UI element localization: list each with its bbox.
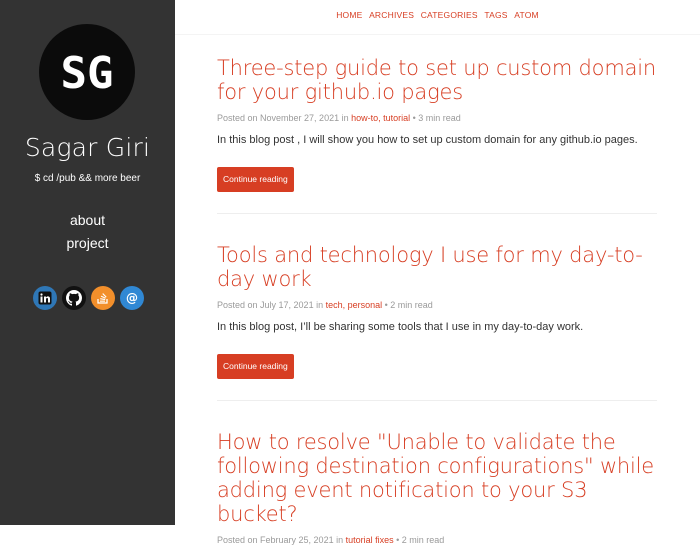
nav-tags[interactable]: TAGS [484, 10, 507, 20]
post-categories[interactable]: tech, personal [326, 300, 383, 310]
mastodon-icon[interactable]: @ [120, 286, 144, 310]
post-card: Tools and technology I use for my day-to… [217, 243, 657, 379]
post-title[interactable]: How to resolve "Unable to validate the f… [217, 430, 657, 526]
in-label: in [339, 113, 352, 123]
stackoverflow-icon[interactable] [91, 286, 115, 310]
sidebar-nav: about project [0, 209, 175, 255]
in-label: in [333, 535, 346, 545]
post-divider [217, 400, 657, 401]
site-name[interactable]: Sagar Giri [0, 133, 175, 162]
avatar[interactable]: SG [39, 24, 135, 120]
top-nav: HOME ARCHIVES CATEGORIES TAGS ATOM [175, 10, 700, 20]
posted-on-label: Posted on [217, 113, 261, 123]
post-excerpt: In this blog post , I will show you how … [217, 134, 638, 146]
post-date: November 27, 2021 [260, 113, 340, 123]
linkedin-icon[interactable] [33, 286, 57, 310]
nav-atom[interactable]: ATOM [514, 10, 539, 20]
post-categories[interactable]: how-to, tutorial [351, 113, 410, 123]
in-label: in [313, 300, 326, 310]
post-title[interactable]: Tools and technology I use for my day-to… [217, 243, 657, 291]
post-meta: Posted on July 17, 2021 in tech, persona… [217, 300, 657, 310]
nav-categories[interactable]: CATEGORIES [421, 10, 478, 20]
post-meta: Posted on November 27, 2021 in how-to, t… [217, 113, 657, 123]
sidebar: SG Sagar Giri $ cd /pub && more beer abo… [0, 0, 175, 525]
social-links: @ [33, 286, 144, 310]
nav-home[interactable]: HOME [336, 10, 362, 20]
svg-text:@: @ [126, 291, 138, 305]
post-card: How to resolve "Unable to validate the f… [217, 430, 657, 545]
continue-reading-button[interactable]: Continue reading [217, 167, 294, 192]
tagline: $ cd /pub && more beer [34, 173, 141, 184]
nav-archives[interactable]: ARCHIVES [369, 10, 414, 20]
sidebar-link-about[interactable]: about [0, 209, 175, 232]
posted-on-label: Posted on [217, 300, 261, 310]
post-meta: Posted on February 25, 2021 in tutorial … [217, 535, 657, 545]
top-divider [175, 34, 700, 35]
sidebar-link-project[interactable]: project [0, 232, 175, 255]
avatar-text: SG [61, 48, 114, 99]
post-excerpt: In this blog post, I’ll be sharing some … [217, 321, 584, 333]
post-date: February 25, 2021 [260, 535, 334, 545]
post-title[interactable]: Three-step guide to set up custom domain… [217, 56, 657, 104]
sg-logo-icon: SG [61, 48, 114, 99]
post-categories[interactable]: tutorial fixes [346, 535, 394, 545]
read-time: • 2 min read [393, 535, 445, 545]
continue-reading-button[interactable]: Continue reading [217, 354, 294, 379]
read-time: • 3 min read [410, 113, 461, 123]
post-divider [217, 213, 657, 214]
posted-on-label: Posted on [217, 535, 261, 545]
post-date: July 17, 2021 [260, 300, 314, 310]
read-time: • 2 min read [382, 300, 433, 310]
github-icon[interactable] [62, 286, 86, 310]
post-card: Three-step guide to set up custom domain… [217, 56, 657, 192]
